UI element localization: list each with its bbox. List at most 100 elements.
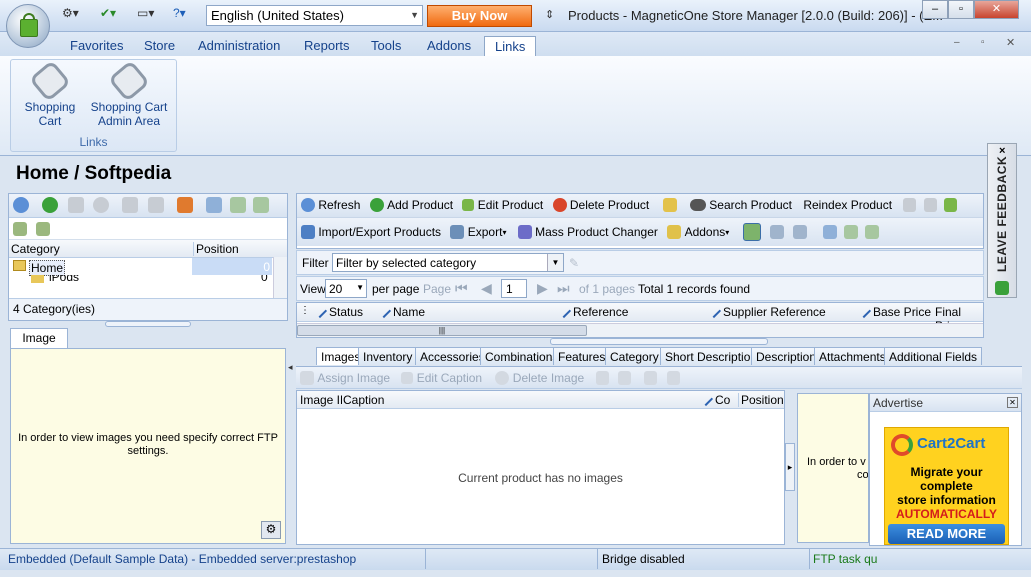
move-up-icon[interactable] [229, 197, 246, 213]
move-down-icon[interactable] [253, 197, 270, 213]
move-up-icon[interactable] [644, 370, 658, 385]
sync-icon[interactable]: ✔▾ [100, 6, 116, 26]
folder-icon[interactable] [662, 197, 677, 212]
move-down-icon[interactable] [666, 370, 680, 385]
layout-icon[interactable] [793, 225, 808, 239]
tab-links[interactable]: Links [484, 36, 537, 56]
tab-favorites[interactable]: Favorites [60, 36, 133, 56]
horizontal-scrollbar[interactable]: ||| [297, 323, 983, 337]
prev-page-icon[interactable]: ◀ [481, 280, 492, 297]
column-caption[interactable]: Caption [343, 393, 384, 407]
columns-icon[interactable] [769, 225, 784, 239]
tab-features[interactable]: Features [553, 347, 611, 365]
buy-now-button[interactable]: Buy Now [427, 5, 532, 27]
import-export-button[interactable]: Import/Export Products [318, 225, 441, 239]
minimize-button[interactable]: – [922, 0, 948, 19]
scrollbar[interactable] [273, 257, 287, 298]
tab-reports[interactable]: Reports [294, 36, 360, 56]
column-category[interactable]: Category [11, 242, 60, 256]
expand-all-icon[interactable] [13, 221, 27, 236]
app-menu-button[interactable] [6, 4, 50, 48]
add-icon[interactable] [42, 197, 59, 213]
column-image-id[interactable]: Image ID [300, 393, 342, 407]
maximize-button[interactable]: ▫ [948, 0, 974, 19]
splitter-handle[interactable] [105, 321, 191, 327]
tab-attachments[interactable]: Attachments [814, 347, 891, 365]
settings-icon[interactable]: ⚙▾ [62, 6, 79, 26]
collapse-left-icon[interactable]: ◂ [288, 362, 295, 378]
copy-icon[interactable] [595, 370, 609, 385]
tab-store[interactable]: Store [134, 36, 185, 56]
filter-toggle-icon[interactable] [742, 223, 761, 241]
customize-icon[interactable]: ⇕ [545, 8, 554, 21]
last-page-icon[interactable]: ⏭ [557, 280, 570, 297]
export-doc-icon[interactable] [944, 197, 958, 212]
paste-icon[interactable] [147, 197, 164, 213]
read-more-button[interactable]: READ MORE [888, 524, 1005, 544]
column-name[interactable]: Name [376, 303, 425, 319]
tab-combinations[interactable]: Combinations [480, 347, 564, 365]
column-position[interactable]: Position [738, 393, 784, 407]
edit-product-button[interactable]: Edit Product [478, 198, 543, 212]
column-position[interactable]: Position [193, 242, 239, 256]
copy-icon[interactable] [122, 197, 139, 213]
first-page-icon[interactable]: ⏮ [455, 280, 468, 297]
export-button[interactable]: Export [468, 225, 503, 239]
tab-administration[interactable]: Administration [188, 36, 290, 56]
tab-addons[interactable]: Addons [417, 36, 481, 56]
tab-description[interactable]: Description [751, 347, 822, 365]
addons-button[interactable]: Addons [685, 225, 726, 239]
paste-icon[interactable] [617, 370, 631, 385]
refresh-button[interactable]: Refresh [318, 198, 360, 212]
table-row[interactable]: iPods 0 [9, 275, 287, 283]
mass-product-changer-button[interactable]: Mass Product Changer [535, 225, 658, 239]
splitter-handle[interactable] [550, 338, 768, 345]
tab-inventory[interactable]: Inventory [358, 347, 418, 365]
assign-image-button[interactable]: Assign Image [317, 371, 390, 385]
grid-icon[interactable] [206, 197, 223, 213]
tab-tools[interactable]: Tools [361, 36, 411, 56]
scroll-thumb[interactable]: ||| [297, 325, 587, 336]
page-size-select[interactable]: 20 ▼ [325, 279, 367, 298]
collapse-all-icon[interactable] [36, 221, 51, 236]
tab-image[interactable]: Image [10, 328, 68, 348]
refresh-icon[interactable] [13, 197, 29, 213]
close-icon[interactable]: ✕ [1007, 397, 1018, 408]
column-cover[interactable]: Co [698, 391, 730, 407]
search-product-button[interactable]: Search Product [709, 198, 792, 212]
move-up-icon[interactable] [844, 225, 858, 239]
grid-icon[interactable] [822, 225, 837, 239]
filter-select[interactable]: Filter by selected category ▼ [332, 253, 564, 272]
advert-banner[interactable]: Cart2Cart Migrate your complete store in… [884, 427, 1009, 545]
column-reference[interactable]: Reference [556, 303, 628, 319]
help-icon[interactable]: ?▾ [173, 6, 186, 26]
add-product-button[interactable]: Add Product [387, 198, 453, 212]
row-selector-icon[interactable]: ⋮ [300, 305, 310, 316]
delete-icon[interactable] [93, 197, 110, 213]
copy-icon[interactable] [903, 197, 917, 212]
mdi-minimize-icon[interactable]: – [954, 37, 960, 48]
edit-icon[interactable] [67, 197, 84, 213]
tab-short-description[interactable]: Short Description [660, 347, 763, 365]
tab-accessories[interactable]: Accessories [415, 347, 490, 365]
reindex-product-button[interactable]: Reindex Product [803, 198, 892, 212]
close-button[interactable]: ✕ [974, 0, 1019, 19]
window-icon[interactable]: ▭▾ [137, 6, 154, 26]
mdi-close-icon[interactable]: ✕ [1006, 36, 1015, 49]
tools-icon[interactable] [177, 197, 194, 213]
delete-image-button[interactable]: Delete Image [513, 371, 584, 385]
clear-filter-icon[interactable]: ✎ [569, 256, 579, 270]
delete-product-button[interactable]: Delete Product [570, 198, 649, 212]
mdi-restore-icon[interactable]: ▫ [981, 37, 985, 48]
column-supplier-reference[interactable]: Supplier Reference [706, 303, 826, 319]
tab-category[interactable]: Category [605, 347, 664, 365]
settings-icon[interactable]: ⚙ [261, 521, 281, 539]
shopping-cart-admin-button[interactable]: Shopping Cart Admin Area [89, 59, 169, 128]
column-status[interactable]: Status [312, 303, 363, 319]
table-row[interactable]: Home 0 [9, 258, 287, 276]
edit-caption-button[interactable]: Edit Caption [417, 371, 482, 385]
paste-icon[interactable] [923, 197, 937, 212]
move-down-icon[interactable] [865, 225, 880, 239]
page-input[interactable]: 1 [501, 279, 527, 298]
next-page-icon[interactable]: ▶ [537, 280, 548, 297]
